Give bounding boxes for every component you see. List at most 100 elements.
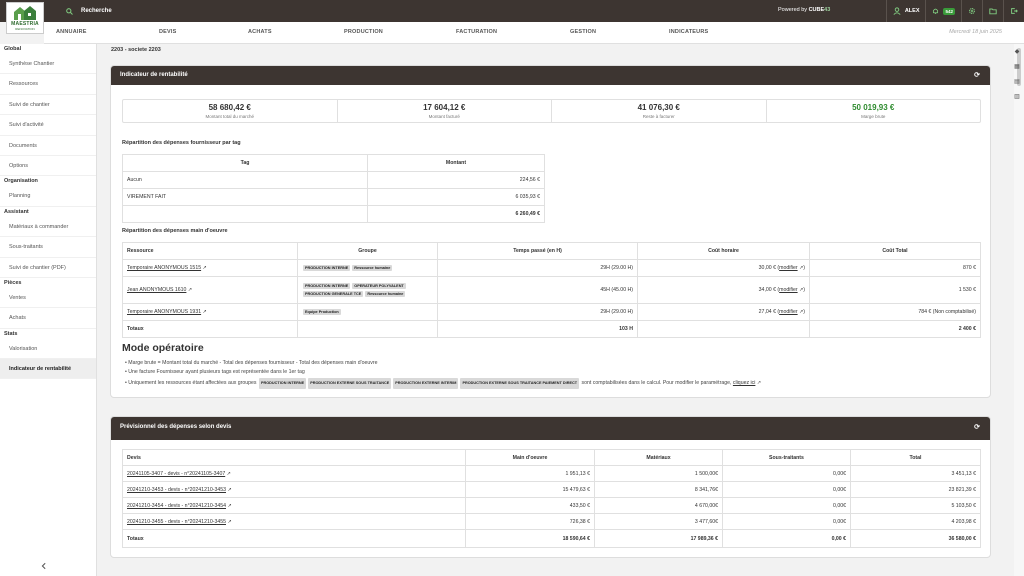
- modify-link[interactable]: modifier: [779, 309, 797, 315]
- document-icon[interactable]: ▤: [1014, 78, 1020, 85]
- shortcut-icon[interactable]: ◆: [1015, 48, 1020, 55]
- kpi-value: 50 019,93 €: [852, 103, 895, 112]
- external-link-icon[interactable]: ↗: [757, 380, 761, 386]
- group-tag: OPERATEUR POLYVALENT: [352, 283, 406, 289]
- mo-cell: 15 479,63 €: [465, 481, 595, 498]
- group-tag: Equipe Production: [303, 309, 341, 315]
- col-header: Temps passé (en H): [437, 242, 638, 260]
- sidebar-item-achats[interactable]: Achats: [0, 308, 96, 329]
- totals-mat: 17 989,36 €: [594, 529, 723, 548]
- kpi-label: Marge brute: [861, 114, 886, 119]
- settings-link[interactable]: cliquez ici: [733, 380, 756, 386]
- external-link-icon[interactable]: ↗: [203, 265, 207, 271]
- total-cost: 784 € (Non comptabilisé): [809, 303, 981, 321]
- previsionnel-card: Prévisionnel des dépenses selon devis ⟳ …: [110, 416, 991, 558]
- tag-cell: VIREMENT FAIT: [122, 188, 368, 206]
- sidebar-item-options[interactable]: Options: [0, 156, 96, 177]
- devis-link[interactable]: 20241210-3455 - devis - n°20241210-3455: [127, 519, 226, 525]
- modify-link[interactable]: modifier: [779, 265, 797, 271]
- empty-cell: [637, 320, 810, 338]
- nav-gestion[interactable]: GESTION: [570, 29, 596, 35]
- total-cell: 4 203,98 €: [850, 513, 981, 530]
- line-text: Uniquement les ressources étant affectée…: [128, 380, 257, 386]
- external-link-icon[interactable]: ↗: [203, 309, 207, 315]
- nav-indicateurs[interactable]: INDICATEURS: [669, 29, 708, 35]
- sidebar-item-suivi-chantier[interactable]: Suivi de chantier: [0, 95, 96, 116]
- empty-cell: [297, 320, 438, 338]
- sidebar: Global Synthèse Chantier Ressources Suiv…: [0, 44, 97, 576]
- notifications-button[interactable]: 542: [925, 0, 961, 22]
- external-link-icon[interactable]: ↗: [799, 287, 803, 293]
- sidebar-item-materiaux[interactable]: Matériaux à commander: [0, 217, 96, 238]
- chevron-left-icon[interactable]: [40, 562, 48, 570]
- external-link-icon[interactable]: ↗: [227, 503, 231, 509]
- sidebar-item-indicateur-rentabilite[interactable]: Indicateur de rentabilité: [0, 359, 96, 380]
- group-tag: PRODUCTION EXTERNE INTERIM: [393, 378, 459, 389]
- resource-link[interactable]: Temporaire ANONYMOUS 1515: [127, 265, 201, 271]
- external-link-icon[interactable]: ↗: [227, 487, 231, 493]
- scrollbar[interactable]: [1014, 44, 1024, 576]
- nav-facturation[interactable]: FACTURATION: [456, 29, 497, 35]
- chart-icon[interactable]: ▥: [1014, 93, 1020, 100]
- devis-link[interactable]: 20241210-3453 - devis - n°20241210-3453: [127, 487, 226, 493]
- sidebar-item-valorisation[interactable]: Valorisation: [0, 339, 96, 360]
- user-name[interactable]: ALEX: [905, 8, 920, 14]
- nav-production[interactable]: PRODUCTION: [344, 29, 383, 35]
- devis-link[interactable]: 20241210-3454 - devis - n°20241210-3454: [127, 503, 226, 509]
- time-cell: 29H (29.00 H): [437, 259, 638, 277]
- mo-table: Ressource Groupe Temps passé (en H) Coût…: [122, 242, 981, 338]
- sidebar-item-ressources[interactable]: Ressources: [0, 74, 96, 95]
- total-cell: 5 103,50 €: [850, 497, 981, 514]
- nav-devis[interactable]: DEVIS: [159, 29, 177, 35]
- sidebar-item-suivi-pdf[interactable]: Suivi de chantier (PDF): [0, 258, 96, 278]
- sidebar-section-assistant: Assistant: [4, 208, 29, 215]
- settings-button[interactable]: [961, 0, 982, 22]
- previsionnel-title: Prévisionnel des dépenses selon devis: [120, 424, 232, 430]
- totals-time: 103 H: [437, 320, 638, 338]
- resource-link[interactable]: Jean ANONYMOUS 1610: [127, 287, 186, 293]
- sidebar-item-ventes[interactable]: Ventes: [0, 288, 96, 309]
- devis-link[interactable]: 20241105-3407 - devis - n°20241105-3407: [127, 471, 225, 477]
- sidebar-item-suivi-activite[interactable]: Suivi d'activité: [0, 115, 96, 136]
- refresh-icon[interactable]: ⟳: [974, 417, 980, 438]
- group-tag: PRODUCTION INTERNE: [258, 378, 307, 389]
- powered-by: Powered by CUBE43: [778, 7, 830, 13]
- powered-num: 43: [824, 7, 831, 13]
- powered-prefix: Powered by: [778, 7, 808, 13]
- search-label[interactable]: Recherche: [81, 8, 112, 14]
- col-header: Groupe: [297, 242, 438, 260]
- kpi-value: 58 680,42 €: [208, 103, 251, 112]
- sidebar-item-sous-traitants[interactable]: Sous-traitants: [0, 237, 96, 258]
- sidebar-item-planning[interactable]: Planning: [0, 186, 96, 207]
- table-row: Temporaire ANONYMOUS 1515 ↗ PRODUCTION I…: [122, 259, 981, 277]
- logo-subtext: RENOVATION: [15, 27, 35, 31]
- external-link-icon[interactable]: ↗: [227, 471, 231, 477]
- app-logo[interactable]: MAESTRIA RENOVATION: [6, 2, 44, 34]
- external-link-icon[interactable]: ↗: [799, 309, 803, 315]
- hourly-cost: 34,00 €: [758, 287, 776, 293]
- amount-cell: 6 035,93 €: [367, 188, 545, 206]
- refresh-icon[interactable]: ⟳: [974, 66, 980, 85]
- external-link-icon[interactable]: ↗: [188, 287, 192, 293]
- totals-mo: 18 590,64 €: [465, 529, 595, 548]
- external-link-icon[interactable]: ↗: [799, 265, 803, 271]
- modify-link[interactable]: modifier: [779, 287, 797, 293]
- gear-icon: [969, 8, 975, 14]
- rentabilite-card: Indicateur de rentabilité ⟳ 58 680,42 € …: [110, 65, 991, 398]
- sidebar-item-synthese-chantier[interactable]: Synthèse Chantier: [0, 54, 96, 75]
- user-menu[interactable]: ALEX: [885, 0, 926, 22]
- col-header: Ressource: [122, 242, 298, 260]
- table-row: 20241210-3454 - devis - n°20241210-3454 …: [122, 497, 981, 514]
- table-row: 20241210-3455 - devis - n°20241210-3455 …: [122, 513, 981, 530]
- logout-button[interactable]: [1003, 0, 1024, 22]
- mo-section-title: Répartition des dépenses main d'oeuvre: [122, 228, 228, 234]
- external-link-icon[interactable]: ↗: [227, 519, 231, 525]
- nav-achats[interactable]: ACHATS: [248, 29, 272, 35]
- search-icon[interactable]: [66, 7, 73, 15]
- folder-button[interactable]: [982, 0, 1003, 22]
- search-area[interactable]: Recherche: [66, 0, 112, 22]
- sidebar-item-documents[interactable]: Documents: [0, 136, 96, 156]
- nav-annuaire[interactable]: ANNUAIRE: [56, 29, 87, 35]
- resource-link[interactable]: Temporaire ANONYMOUS 1931: [127, 309, 201, 315]
- calendar-icon[interactable]: ▦: [1014, 63, 1020, 70]
